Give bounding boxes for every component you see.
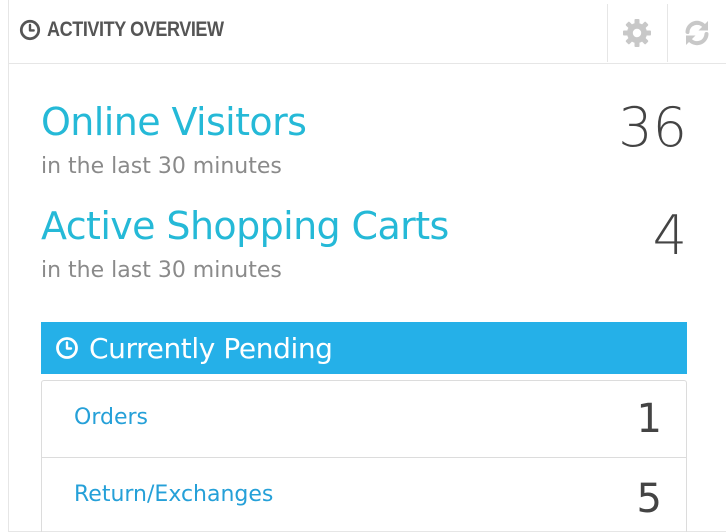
currently-pending-title: Currently Pending [89, 331, 333, 365]
refresh-button[interactable] [667, 4, 726, 62]
panel-heading: ACTIVITY OVERVIEW [9, 0, 726, 64]
clock-icon [56, 337, 78, 359]
activity-overview-panel: ACTIVITY OVERVIEW Online Visitors in the… [8, 0, 726, 532]
orders-count: 1 [636, 396, 662, 442]
returns-exchanges-count: 5 [636, 476, 662, 522]
currently-pending-header: Currently Pending [41, 322, 687, 374]
configure-button[interactable] [607, 4, 666, 62]
online-visitors-value: 36 [618, 96, 687, 159]
panel-title: ACTIVITY OVERVIEW [19, 17, 252, 43]
kpi-online-visitors: Online Visitors in the last 30 minutes 3… [41, 96, 687, 190]
clock-icon [19, 19, 41, 41]
kpi-active-carts: Active Shopping Carts in the last 30 min… [41, 204, 687, 294]
returns-exchanges-link[interactable]: Return/Exchanges [74, 482, 273, 507]
active-carts-link[interactable]: Active Shopping Carts [41, 204, 449, 248]
refresh-icon [685, 20, 709, 46]
gear-icon [623, 19, 651, 47]
active-carts-value: 4 [652, 204, 687, 267]
online-visitors-link[interactable]: Online Visitors [41, 100, 307, 144]
panel-title-text: ACTIVITY OVERVIEW [47, 18, 224, 41]
pending-row-orders[interactable]: Orders 1 [42, 381, 686, 458]
pending-list: Orders 1 Return/Exchanges 5 [41, 380, 687, 532]
active-carts-subtitle: in the last 30 minutes [41, 258, 282, 283]
online-visitors-subtitle: in the last 30 minutes [41, 154, 282, 179]
orders-link[interactable]: Orders [74, 405, 148, 430]
pending-row-returns[interactable]: Return/Exchanges 5 [42, 458, 686, 532]
